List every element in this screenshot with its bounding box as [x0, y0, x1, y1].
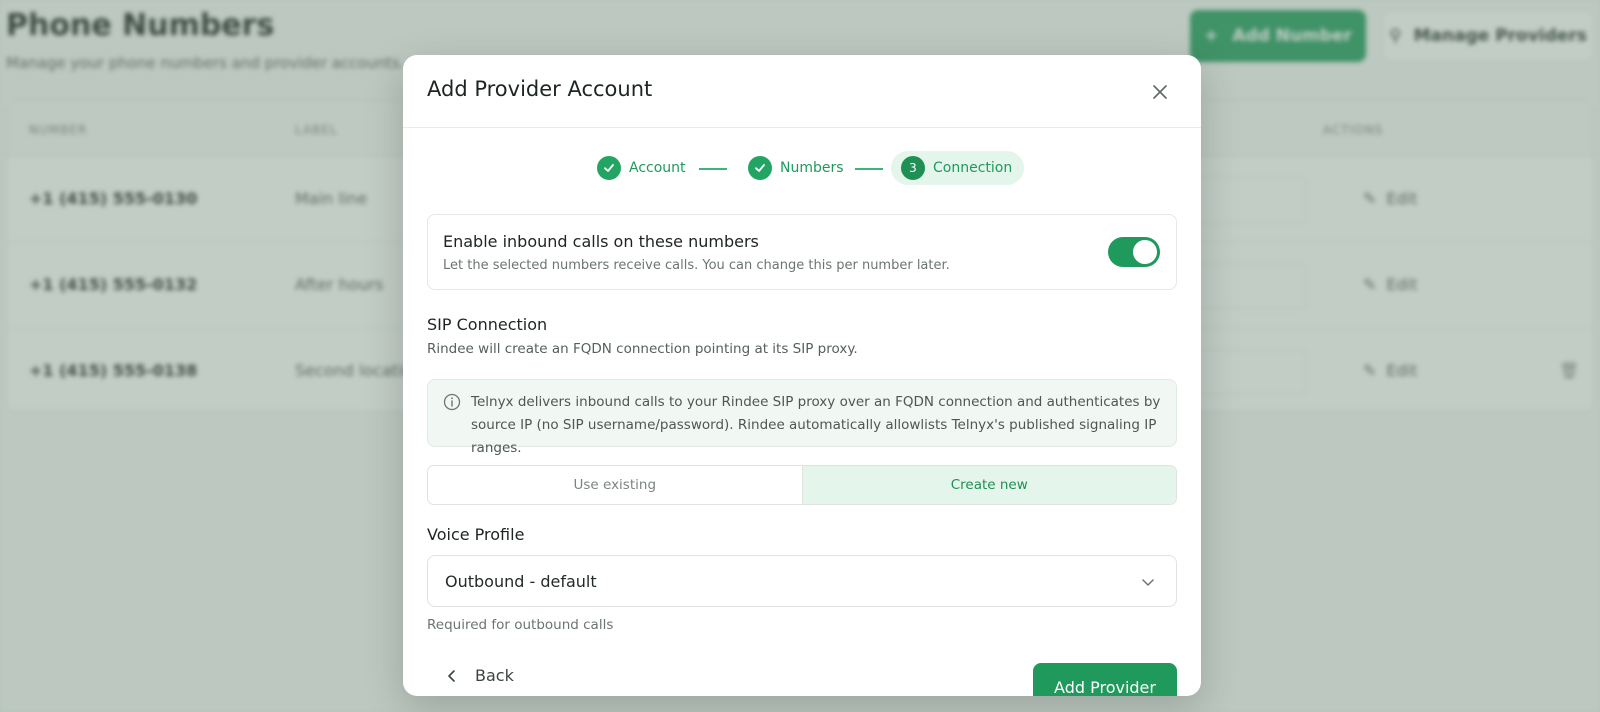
- back-label: Back: [475, 666, 514, 685]
- connection-mode-toggle: Use existing Create new: [427, 465, 1177, 505]
- check-icon: [597, 156, 621, 180]
- back-button[interactable]: Back: [447, 666, 514, 685]
- voice-profile-select[interactable]: Outbound - default: [427, 555, 1177, 607]
- step-label: Connection: [933, 160, 1013, 176]
- chevron-down-icon: [1142, 579, 1154, 586]
- voice-profile-value: Outbound - default: [445, 572, 597, 591]
- sip-connection-heading: SIP Connection: [427, 315, 548, 334]
- create-new-option[interactable]: Create new: [801, 466, 1176, 504]
- step-connector: [855, 168, 883, 170]
- step-label: Account: [629, 160, 686, 176]
- modal-header: Add Provider Account: [403, 55, 1201, 128]
- inbound-calls-description: Let the selected numbers receive calls. …: [443, 258, 950, 273]
- step-connector: [699, 168, 727, 170]
- step-account[interactable]: Account: [597, 151, 686, 185]
- close-button[interactable]: [1147, 79, 1173, 105]
- use-existing-option[interactable]: Use existing: [428, 466, 802, 504]
- inbound-calls-toggle[interactable]: [1108, 237, 1160, 267]
- toggle-knob: [1133, 240, 1157, 264]
- inbound-calls-title: Enable inbound calls on these numbers: [443, 232, 759, 251]
- step-label: Numbers: [780, 160, 844, 176]
- check-icon: [748, 156, 772, 180]
- step-number-badge: 3: [901, 156, 925, 180]
- voice-profile-help: Required for outbound calls: [427, 617, 614, 633]
- sip-connection-description: Rindee will create an FQDN connection po…: [427, 341, 858, 357]
- chevron-left-icon: [448, 669, 455, 682]
- voice-profile-label: Voice Profile: [427, 525, 525, 544]
- modal-title: Add Provider Account: [427, 77, 653, 101]
- sip-info-text: Telnyx delivers inbound calls to your Ri…: [471, 394, 1161, 456]
- info-icon: [443, 393, 461, 411]
- close-icon: [1153, 85, 1167, 99]
- add-provider-button[interactable]: Add Provider: [1033, 663, 1177, 696]
- step-numbers[interactable]: Numbers: [748, 151, 844, 185]
- inbound-calls-card: Enable inbound calls on these numbers Le…: [427, 214, 1177, 290]
- sip-info-callout: Telnyx delivers inbound calls to your Ri…: [427, 379, 1177, 456]
- stepper: Account Numbers 3 Connection: [403, 151, 1201, 185]
- step-connection[interactable]: 3 Connection: [891, 151, 1025, 185]
- add-provider-modal: Add Provider Account Account Numbers 3 C…: [403, 55, 1201, 696]
